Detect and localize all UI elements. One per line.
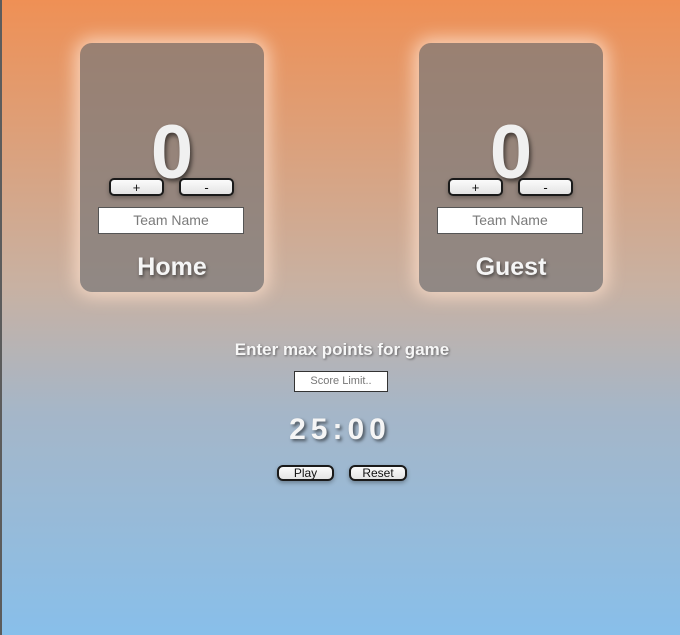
game-timer: 25:00: [289, 413, 391, 446]
home-scoreboard: 0 + - Team Name Home: [80, 43, 264, 292]
home-team-name-input[interactable]: Team Name: [98, 207, 244, 234]
guest-decrement-button[interactable]: -: [518, 178, 573, 196]
play-button[interactable]: Play: [277, 465, 334, 481]
home-score: 0: [150, 110, 194, 195]
home-decrement-button[interactable]: -: [179, 178, 234, 196]
reset-button[interactable]: Reset: [349, 465, 407, 481]
home-label: Home: [137, 253, 207, 281]
score-limit-input[interactable]: Score Limit..: [294, 371, 388, 392]
home-increment-button[interactable]: +: [109, 178, 164, 196]
window-left-border: [0, 0, 2, 635]
guest-label: Guest: [475, 253, 547, 281]
guest-team-name-input[interactable]: Team Name: [437, 207, 583, 234]
guest-increment-button[interactable]: +: [448, 178, 503, 196]
max-points-prompt: Enter max points for game: [234, 340, 450, 359]
guest-scoreboard: 0 + - Team Name Guest: [419, 43, 603, 292]
guest-score: 0: [489, 110, 533, 195]
